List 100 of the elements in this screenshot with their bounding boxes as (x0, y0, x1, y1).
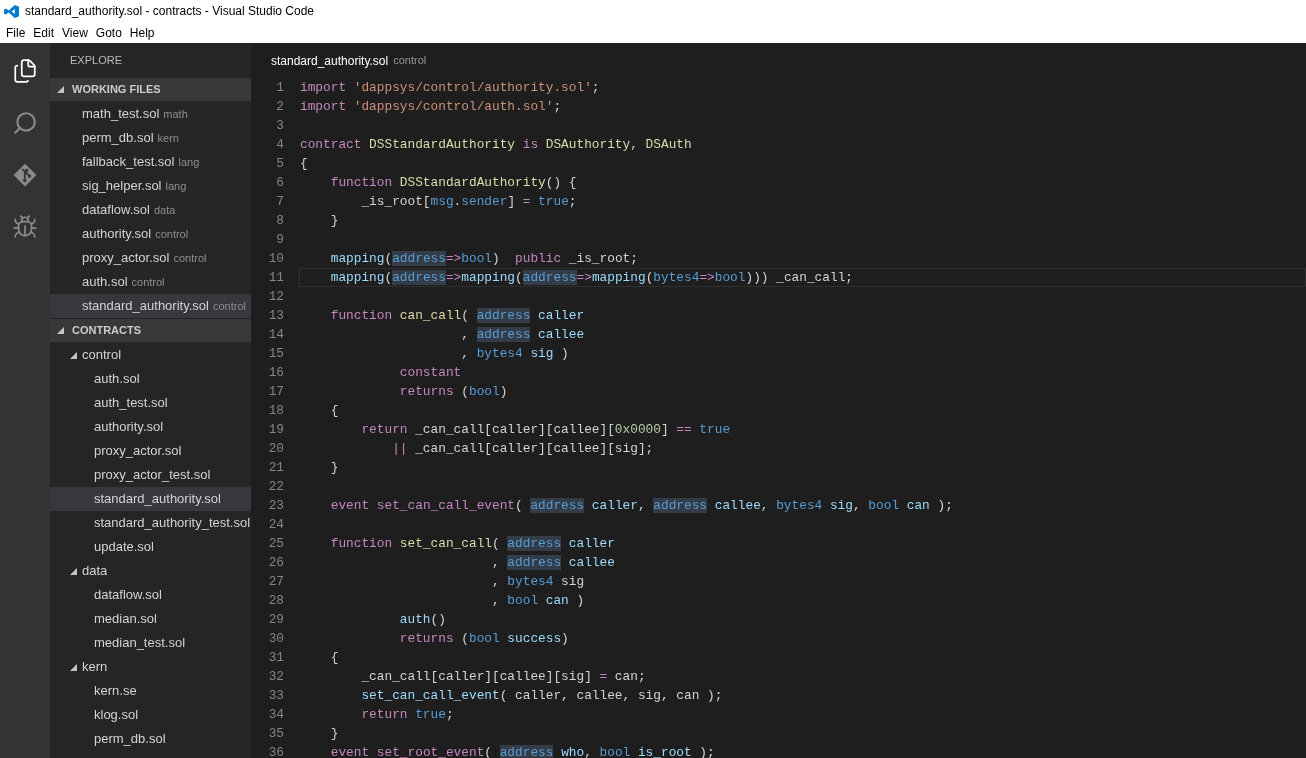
explorer-entry[interactable]: perm_db.sol (50, 727, 251, 751)
explorer-entry[interactable]: standard_authority.sol (50, 487, 251, 511)
explorer-entry[interactable]: authority.sol (50, 415, 251, 439)
working-file-item[interactable]: perm_db.sol kern (50, 126, 251, 150)
line-number: 16 (267, 363, 285, 382)
expanded-triangle-icon (70, 567, 77, 575)
expanded-triangle-icon (70, 351, 77, 359)
code-line: , bytes4 sig (491, 573, 586, 591)
code-line: , bool can ) (491, 592, 586, 610)
working-file-item[interactable]: proxy_actor.sol control (50, 246, 251, 270)
file-name: standard_authority.sol (82, 297, 209, 316)
folder-name: lang (165, 178, 187, 194)
section-header[interactable]: WORKING FILES (50, 78, 251, 101)
bug-icon (12, 214, 38, 240)
search-icon (12, 110, 38, 136)
files-icon (12, 58, 38, 84)
line-number: 25 (267, 534, 285, 553)
menu-item[interactable]: View (58, 23, 92, 42)
line-number: 22 (267, 477, 285, 496)
code-line: , address callee (460, 326, 586, 344)
folder-item[interactable]: data (50, 559, 251, 583)
line-number: 29 (267, 610, 285, 629)
expanded-triangle-icon (57, 327, 64, 334)
section-header[interactable]: CONTRACTS (50, 319, 251, 342)
line-number: 8 (275, 211, 285, 230)
editor-folder-label: control (393, 53, 427, 69)
code-line: _is_root[msg.sender] = true; (360, 193, 578, 211)
working-file-item[interactable]: authority.sol control (50, 222, 251, 246)
folder-name: data (153, 202, 176, 218)
code-line: function DSStandardAuthority() { (329, 174, 578, 192)
file-name: authority.sol (82, 225, 152, 244)
folder-name: control (155, 226, 189, 242)
code-line: returns (bool) (398, 383, 509, 401)
explorer-entry[interactable]: median.sol (50, 607, 251, 631)
explorer-entry[interactable]: median_test.sol (50, 631, 251, 655)
code-line: mapping(address=>bool) public _is_root; (329, 250, 639, 268)
line-number: 13 (267, 306, 285, 325)
explorer-entry[interactable]: dataflow.sol (50, 583, 251, 607)
line-number: 9 (275, 230, 285, 249)
folder-name: math (163, 106, 188, 122)
folder-item[interactable]: kern (50, 655, 251, 679)
folder-name: lang (178, 154, 200, 170)
line-number: 2 (275, 97, 285, 116)
explorer-entry[interactable]: update.sol (50, 535, 251, 559)
code-line: contract DSStandardAuthority is DSAuthority, DSAuth (299, 136, 693, 154)
working-file-item[interactable]: math_test.sol math (50, 102, 251, 126)
code-line: set_can_call_event( caller, callee, sig, can ); (360, 687, 724, 705)
folder-item[interactable]: control (50, 343, 251, 367)
code-line: { (329, 649, 340, 667)
working-file-item[interactable]: fallback_test.sol lang (50, 150, 251, 174)
working-file-item[interactable]: sig_helper.sol lang (50, 174, 251, 198)
menu-item[interactable]: File (2, 23, 30, 42)
menu-item[interactable]: Edit (29, 23, 59, 42)
code-line: returns (bool success) (398, 630, 570, 648)
folder-name: control (173, 250, 207, 266)
file-name: fallback_test.sol (82, 153, 175, 172)
sidebar-title: EXPLORE (70, 53, 122, 69)
window-title: standard_authority.sol - contracts - Visual Studio Code (25, 3, 315, 20)
line-number: 30 (267, 629, 285, 648)
folder-name: control (212, 298, 246, 314)
line-number: 11 (267, 268, 285, 287)
explorer-entry[interactable]: klog.sol (50, 703, 251, 727)
explorer-entry[interactable]: kern.se (50, 679, 251, 703)
git-icon (12, 162, 38, 188)
line-number: 5 (275, 154, 285, 173)
explorer-entry[interactable]: proxy_actor.sol (50, 439, 251, 463)
menu-item[interactable]: Goto (91, 23, 126, 42)
code-line: function set_can_call( address caller (329, 535, 616, 553)
explorer-entry[interactable]: proxy_actor_test.sol (50, 463, 251, 487)
line-number: 33 (267, 686, 285, 705)
code-line: import 'dappsys/control/auth.sol'; (299, 98, 563, 116)
line-number: 24 (267, 515, 285, 534)
explorer-entry[interactable]: auth.sol (50, 367, 251, 391)
explorer-entry[interactable]: auth_test.sol (50, 391, 251, 415)
expanded-triangle-icon (57, 86, 64, 93)
line-number: 32 (267, 667, 285, 686)
line-number: 26 (267, 553, 285, 572)
line-number: 35 (267, 724, 285, 743)
line-number: 31 (267, 648, 285, 667)
line-number: 6 (275, 173, 285, 192)
line-number: 1 (275, 78, 285, 97)
explorer-entry[interactable]: standard_authority_test.sol (50, 511, 251, 535)
code-line: constant (398, 364, 463, 382)
line-number: 36 (267, 743, 285, 758)
file-name: dataflow.sol (82, 201, 150, 220)
line-number: 34 (267, 705, 285, 724)
line-number: 4 (275, 135, 285, 154)
line-number: 23 (267, 496, 285, 515)
code-line: , bytes4 sig ) (460, 345, 570, 363)
code-line: { (299, 155, 309, 173)
working-file-item[interactable]: dataflow.sol data (50, 198, 251, 222)
line-number: 7 (275, 192, 285, 211)
folder-name: control (131, 274, 165, 290)
working-file-item[interactable]: auth.sol control (50, 270, 251, 294)
code-line: return true; (360, 706, 455, 724)
line-number: 10 (267, 249, 285, 268)
working-file-item[interactable]: standard_authority.sol control (50, 294, 251, 318)
line-number: 21 (267, 458, 285, 477)
folder-name: data (82, 562, 108, 581)
menu-item[interactable]: Help (125, 23, 159, 42)
